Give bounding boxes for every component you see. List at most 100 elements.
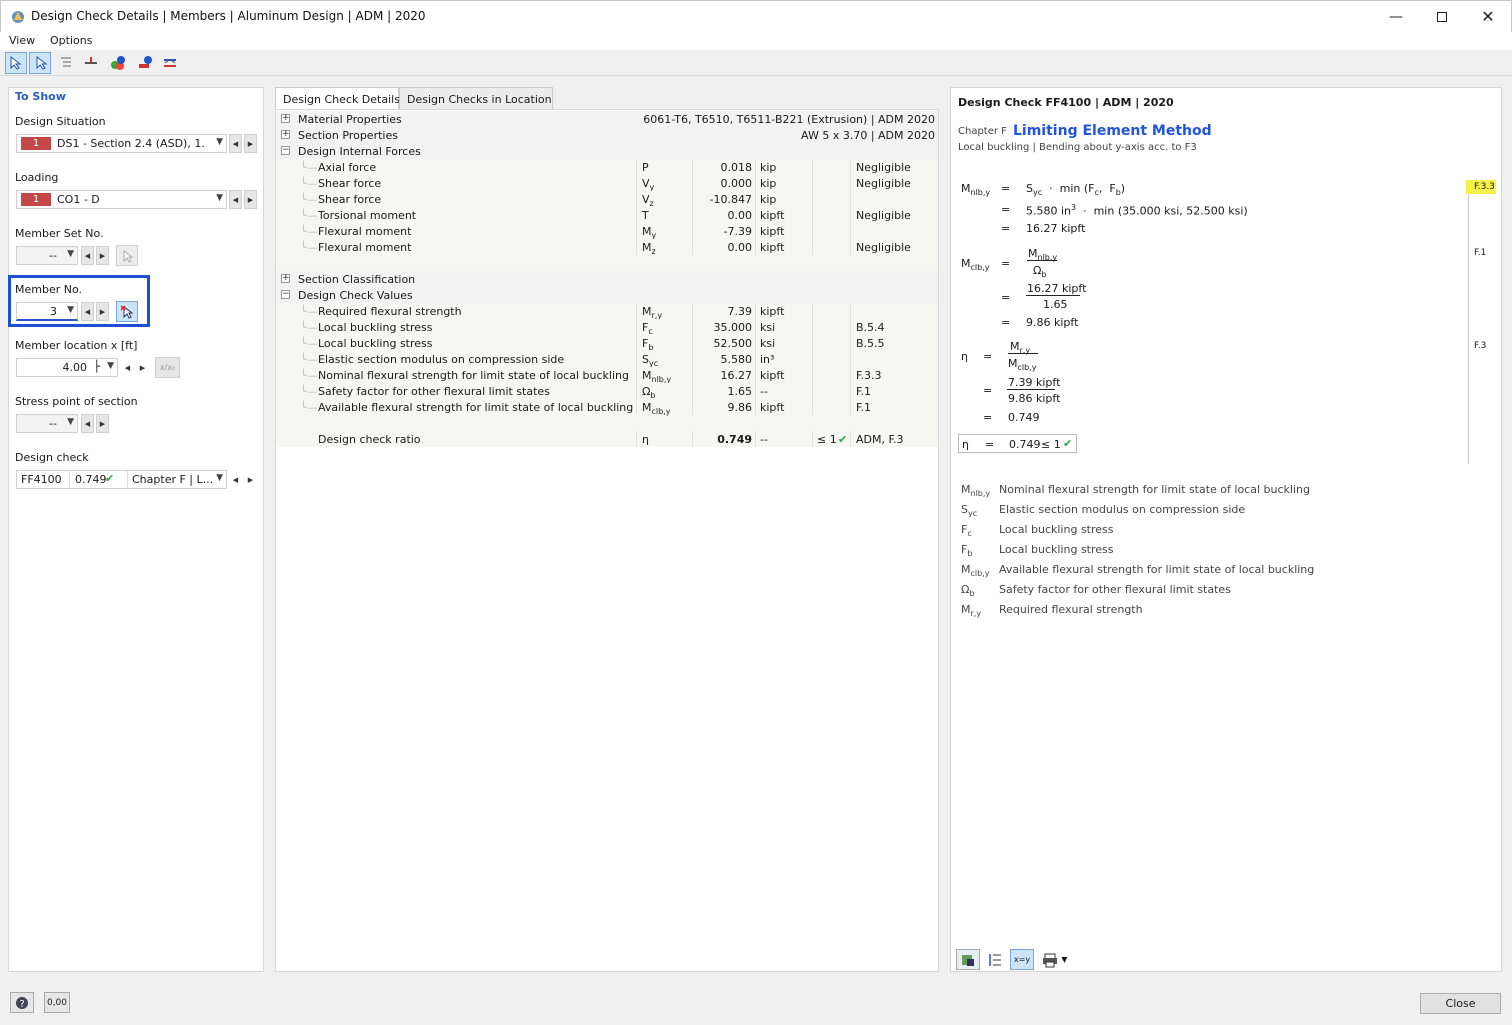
- row-value: 0.00: [727, 209, 753, 222]
- value-row[interactable]: └— Available flexural strength for limit …: [276, 399, 938, 416]
- member-no-select[interactable]: 3 ▼: [16, 302, 78, 321]
- expand-icon[interactable]: +: [281, 274, 290, 283]
- eq2-fraction-bar: [1027, 260, 1057, 261]
- check-mark-icon: ✔: [838, 433, 848, 446]
- stress-prev-button[interactable]: ◀: [81, 414, 94, 433]
- toolbar-pick-button[interactable]: [29, 52, 51, 74]
- value-row[interactable]: └— Local buckling stress Fb 52.500 ksi B.5.5: [276, 335, 938, 352]
- toolbar-select-button[interactable]: [5, 52, 27, 74]
- toolbar-info-button[interactable]: [134, 52, 156, 74]
- row-symbol: Mz: [642, 241, 656, 257]
- stress-point-label: Stress point of section: [15, 395, 138, 408]
- eq2-num-value: 16.27 kipft: [1027, 282, 1087, 295]
- member-location-input[interactable]: 4.00 ├ ▼: [16, 358, 118, 377]
- ratio-limit: ≤ 1: [817, 433, 837, 446]
- stress-point-select[interactable]: -- ▼: [16, 414, 78, 433]
- menu-view[interactable]: View: [9, 34, 35, 47]
- design-check-ratio-row[interactable]: Design check ratio η 0.749 -- ≤ 1 ✔ ADM,…: [276, 431, 938, 447]
- loading-next-button[interactable]: ▶: [244, 190, 257, 209]
- force-row[interactable]: └— Shear force Vz -10.847 kip: [276, 191, 938, 208]
- loading-number: 1: [21, 193, 51, 206]
- legend-symbol: Syc: [961, 503, 978, 519]
- member-no-next-button[interactable]: ▶: [96, 302, 109, 321]
- member-set-select[interactable]: -- ▼: [16, 246, 78, 265]
- relative-location-button[interactable]: x/x₀: [155, 357, 180, 378]
- eq1-line2: 5.580 in3 · min (35.000 ksi, 52.500 ksi): [1026, 203, 1248, 218]
- close-button[interactable]: Close: [1420, 993, 1501, 1014]
- close-icon: ✕: [1481, 7, 1495, 26]
- material-properties-row[interactable]: + Material Properties 6061-T6, T6510, T6…: [276, 111, 938, 127]
- force-row[interactable]: └— Flexural moment Mz 0.00 kipft Negligible: [276, 239, 938, 257]
- internal-forces-row[interactable]: − Design Internal Forces: [276, 143, 938, 159]
- force-row[interactable]: └— Torsional moment T 0.00 kipft Negligible: [276, 207, 938, 223]
- situation-prev-button[interactable]: ◀: [229, 134, 242, 153]
- expand-icon[interactable]: +: [281, 114, 290, 123]
- toolbar-tree-button[interactable]: [55, 52, 77, 74]
- svg-text:?: ?: [20, 999, 25, 1010]
- export-button[interactable]: [956, 949, 980, 970]
- help-button[interactable]: ?: [10, 992, 34, 1013]
- force-row[interactable]: └— Shear force Vy 0.000 kip Negligible: [276, 175, 938, 192]
- tab-design-check-details[interactable]: Design Check Details: [275, 87, 400, 110]
- values-label: Design Check Values: [298, 289, 413, 302]
- design-check-select[interactable]: FF4100 0.749 ✔ Chapter F | L... ▼: [16, 470, 227, 489]
- legend-description: Safety factor for other flexural limit s…: [999, 583, 1231, 596]
- menu-options[interactable]: Options: [50, 34, 92, 47]
- chevron-down-icon: ▼: [216, 137, 223, 147]
- member-no-prev-button[interactable]: ◀: [81, 302, 94, 321]
- design-check-values-row[interactable]: − Design Check Values: [276, 287, 938, 303]
- design-check-prev-button[interactable]: ◀: [229, 470, 242, 489]
- row-unit: --: [760, 385, 768, 398]
- member-set-next-button[interactable]: ▶: [96, 246, 109, 265]
- numbering-button[interactable]: [983, 949, 1007, 970]
- stress-next-button[interactable]: ▶: [96, 414, 109, 433]
- chevron-down-icon: ▼: [67, 417, 74, 427]
- situation-number: 1: [21, 137, 51, 150]
- row-note: B.5.5: [856, 337, 885, 350]
- value-row[interactable]: └— Local buckling stress Fc 35.000 ksi B.5.4: [276, 319, 938, 336]
- design-situation-select[interactable]: 1 DS1 - Section 2.4 (ASD), 1. ▼: [16, 134, 227, 153]
- design-check-next-button[interactable]: ▶: [244, 470, 257, 489]
- collapse-icon[interactable]: −: [281, 290, 290, 299]
- units-button[interactable]: 0,00: [44, 992, 70, 1013]
- value-row[interactable]: └— Safety factor for other flexural limit…: [276, 383, 938, 400]
- member-set-prev-button[interactable]: ◀: [81, 246, 94, 265]
- value-row[interactable]: └— Elastic section modulus on compression…: [276, 351, 938, 368]
- force-row[interactable]: └— Flexural moment My -7.39 kipft: [276, 223, 938, 240]
- member-location-value: 4.00: [62, 361, 88, 374]
- member-set-pick-button[interactable]: [116, 245, 138, 266]
- eq3-equals: =: [983, 350, 993, 363]
- spacer-row: [276, 255, 938, 271]
- loading-prev-button[interactable]: ◀: [229, 190, 242, 209]
- row-unit: ksi: [760, 321, 776, 334]
- maximize-button[interactable]: [1419, 1, 1465, 32]
- tab-design-checks-in-location[interactable]: Design Checks in Location: [399, 87, 553, 109]
- eq2-den-value: 1.65: [1043, 298, 1068, 311]
- situation-next-button[interactable]: ▶: [244, 134, 257, 153]
- toolbar-diagram-button[interactable]: [159, 52, 181, 74]
- collapse-icon[interactable]: −: [281, 146, 290, 155]
- row-unit: kipft: [760, 369, 785, 382]
- location-next-button[interactable]: ▶: [136, 358, 149, 377]
- row-unit: in³: [760, 353, 775, 366]
- eq1-min-values: min (35.000 ksi, 52.500 ksi): [1093, 204, 1248, 218]
- formula-toggle-button[interactable]: x=y: [1010, 949, 1034, 970]
- location-prev-button[interactable]: ◀: [121, 358, 134, 377]
- maximize-icon: [1437, 11, 1447, 22]
- section-classification-row[interactable]: + Section Classification: [276, 271, 938, 287]
- member-no-pick-button[interactable]: [116, 301, 138, 322]
- close-window-button[interactable]: ✕: [1465, 1, 1511, 32]
- row-note: Negligible: [856, 177, 911, 190]
- expand-icon[interactable]: +: [281, 130, 290, 139]
- toolbar: [0, 50, 1512, 76]
- toolbar-colors-button[interactable]: [107, 52, 129, 74]
- force-row[interactable]: └— Axial force P 0.018 kip Negligible: [276, 159, 938, 175]
- value-row[interactable]: └— Nominal flexural strength for limit st…: [276, 367, 938, 384]
- section-properties-row[interactable]: + Section Properties AW 5 x 3.70 | ADM 2…: [276, 127, 938, 143]
- eq3-equals-2: =: [983, 384, 993, 397]
- minimize-button[interactable]: —: [1373, 1, 1419, 32]
- loading-select[interactable]: 1 CO1 - D ▼: [16, 190, 227, 209]
- toolbar-member-button[interactable]: [80, 52, 102, 74]
- print-button[interactable]: ▼: [1037, 949, 1073, 970]
- value-row[interactable]: └— Required flexural strength Mr,y 7.39 kipf…: [276, 303, 938, 320]
